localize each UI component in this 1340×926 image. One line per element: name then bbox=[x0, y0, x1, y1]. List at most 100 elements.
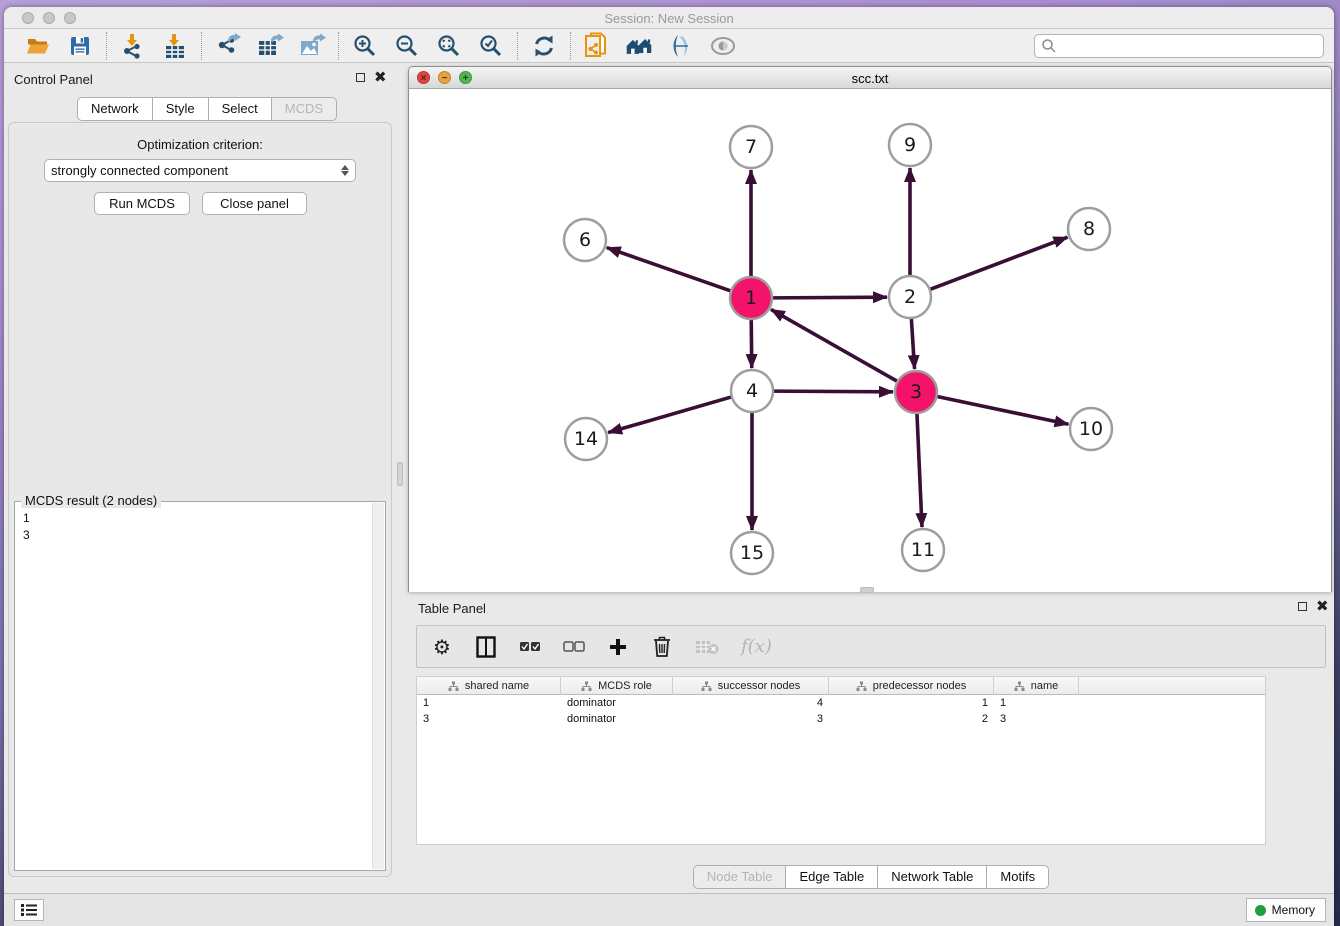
application-window: Session: New Session bbox=[4, 7, 1334, 926]
graph-node-14[interactable]: 14 bbox=[565, 418, 607, 460]
mcds-result-box: MCDS result (2 nodes) 1 3 bbox=[14, 501, 386, 871]
export-network-button[interactable] bbox=[214, 32, 242, 60]
table-cell: 1 bbox=[829, 697, 994, 709]
import-network-icon bbox=[120, 33, 146, 59]
graph-edge-1-2[interactable] bbox=[772, 297, 887, 298]
graph-node-label: 11 bbox=[911, 539, 935, 561]
table-row[interactable]: 1dominator411 bbox=[417, 695, 1265, 711]
graph-node-label: 6 bbox=[579, 229, 591, 251]
criterion-dropdown[interactable]: strongly connected component bbox=[44, 159, 356, 182]
export-table-button[interactable] bbox=[256, 32, 284, 60]
table-settings-button[interactable]: ⚙ bbox=[431, 635, 453, 659]
close-table-panel-icon[interactable]: ✖ bbox=[1316, 602, 1329, 611]
graph-node-4[interactable]: 4 bbox=[731, 370, 773, 412]
table-cell: 1 bbox=[417, 697, 561, 709]
graph-node-label: 1 bbox=[745, 287, 757, 309]
first-neighbors-button[interactable] bbox=[625, 32, 653, 60]
deselect-all-columns-button[interactable] bbox=[563, 635, 585, 659]
tab-edge-table[interactable]: Edge Table bbox=[785, 865, 877, 889]
column-header-MCDS-role[interactable]: MCDS role bbox=[561, 677, 673, 695]
panel-divider-handle[interactable] bbox=[397, 462, 403, 486]
zoom-in-button[interactable] bbox=[351, 32, 379, 60]
vizmapper-button[interactable] bbox=[667, 32, 695, 60]
network-frame: × − + scc.txt 1 2 3 4 6 7 8 9 10 11 14 15 bbox=[408, 66, 1332, 592]
graph-edge-4-3[interactable] bbox=[773, 391, 893, 392]
float-panel-icon[interactable] bbox=[356, 73, 365, 82]
tab-network[interactable]: Network bbox=[77, 97, 152, 121]
zoom-out-button[interactable] bbox=[393, 32, 421, 60]
node-table[interactable]: shared nameMCDS rolesuccessor nodesprede… bbox=[416, 676, 1266, 845]
show-hide-button[interactable] bbox=[709, 32, 737, 60]
close-panel-button[interactable]: Close panel bbox=[202, 192, 307, 215]
graph-node-label: 15 bbox=[740, 542, 764, 564]
run-mcds-button[interactable]: Run MCDS bbox=[94, 192, 190, 215]
graph-node-9[interactable]: 9 bbox=[889, 124, 931, 166]
save-session-button[interactable] bbox=[66, 32, 94, 60]
network-canvas[interactable]: 1 2 3 4 6 7 8 9 10 11 14 15 bbox=[409, 89, 1331, 592]
graph-edge-4-14[interactable] bbox=[608, 397, 732, 433]
zoom-fit-button[interactable] bbox=[435, 32, 463, 60]
graph-node-8[interactable]: 8 bbox=[1068, 208, 1110, 250]
vizmapper-icon bbox=[668, 33, 694, 59]
memory-button[interactable]: Memory bbox=[1246, 898, 1326, 922]
tab-network-table[interactable]: Network Table bbox=[877, 865, 986, 889]
open-session-button[interactable] bbox=[24, 32, 52, 60]
clone-network-button[interactable] bbox=[583, 32, 611, 60]
zoom-out-icon bbox=[394, 33, 420, 59]
close-panel-icon[interactable]: ✖ bbox=[374, 73, 387, 82]
network-graph[interactable]: 1 2 3 4 6 7 8 9 10 11 14 15 bbox=[409, 89, 1331, 592]
graph-node-10[interactable]: 10 bbox=[1070, 408, 1112, 450]
graph-edge-2-8[interactable] bbox=[930, 237, 1068, 289]
network-frame-titlebar[interactable]: × − + scc.txt bbox=[409, 67, 1331, 89]
column-layout-button[interactable] bbox=[475, 635, 497, 659]
graph-node-label: 7 bbox=[745, 136, 757, 158]
search-icon bbox=[1041, 38, 1057, 54]
graph-node-7[interactable]: 7 bbox=[730, 126, 772, 168]
float-table-panel-icon[interactable] bbox=[1298, 602, 1307, 611]
hierarchy-icon bbox=[701, 681, 712, 692]
tab-mcds[interactable]: MCDS bbox=[271, 97, 337, 121]
graph-edge-3-11[interactable] bbox=[917, 413, 922, 527]
graph-edge-1-6[interactable] bbox=[607, 248, 731, 291]
export-image-button[interactable] bbox=[298, 32, 326, 60]
tab-motifs[interactable]: Motifs bbox=[986, 865, 1049, 889]
graph-node-11[interactable]: 11 bbox=[902, 529, 944, 571]
search-field[interactable] bbox=[1034, 34, 1324, 58]
plus-icon bbox=[608, 637, 628, 657]
zoom-selected-button[interactable] bbox=[477, 32, 505, 60]
graph-edge-2-3[interactable] bbox=[911, 318, 914, 369]
graph-node-label: 3 bbox=[910, 381, 922, 403]
import-network-button[interactable] bbox=[119, 32, 147, 60]
column-header-shared-name[interactable]: shared name bbox=[417, 677, 561, 695]
tab-node-table[interactable]: Node Table bbox=[693, 865, 786, 889]
delete-column-button[interactable] bbox=[651, 635, 673, 659]
result-scrollbar[interactable] bbox=[372, 503, 384, 869]
column-header-name[interactable]: name bbox=[994, 677, 1079, 695]
function-builder-button[interactable]: f(x) bbox=[741, 635, 772, 659]
refresh-button[interactable] bbox=[530, 32, 558, 60]
column-header-successor-nodes[interactable]: successor nodes bbox=[673, 677, 829, 695]
graph-node-15[interactable]: 15 bbox=[731, 532, 773, 574]
graph-node-6[interactable]: 6 bbox=[564, 219, 606, 261]
table-row[interactable]: 3dominator323 bbox=[417, 711, 1265, 727]
trash-icon bbox=[653, 636, 671, 657]
add-column-button[interactable] bbox=[607, 635, 629, 659]
delete-table-button[interactable] bbox=[695, 635, 719, 659]
graph-node-3[interactable]: 3 bbox=[895, 371, 937, 413]
frame-resize-handle[interactable] bbox=[860, 587, 874, 593]
task-history-button[interactable] bbox=[14, 899, 44, 921]
tab-style[interactable]: Style bbox=[152, 97, 208, 121]
open-folder-icon bbox=[26, 34, 50, 58]
control-panel-title: Control Panel bbox=[14, 72, 93, 87]
column-header-predecessor-nodes[interactable]: predecessor nodes bbox=[829, 677, 994, 695]
tab-select[interactable]: Select bbox=[208, 97, 271, 121]
graph-edge-3-1[interactable] bbox=[771, 309, 898, 381]
graph-edge-3-10[interactable] bbox=[937, 396, 1069, 424]
select-all-columns-button[interactable] bbox=[519, 635, 541, 659]
main-toolbar bbox=[4, 29, 1334, 63]
import-table-button[interactable] bbox=[161, 32, 189, 60]
graph-node-2[interactable]: 2 bbox=[889, 276, 931, 318]
search-input[interactable] bbox=[1057, 36, 1323, 56]
graph-node-1[interactable]: 1 bbox=[730, 277, 772, 319]
graph-edge-1-4[interactable] bbox=[751, 319, 752, 368]
